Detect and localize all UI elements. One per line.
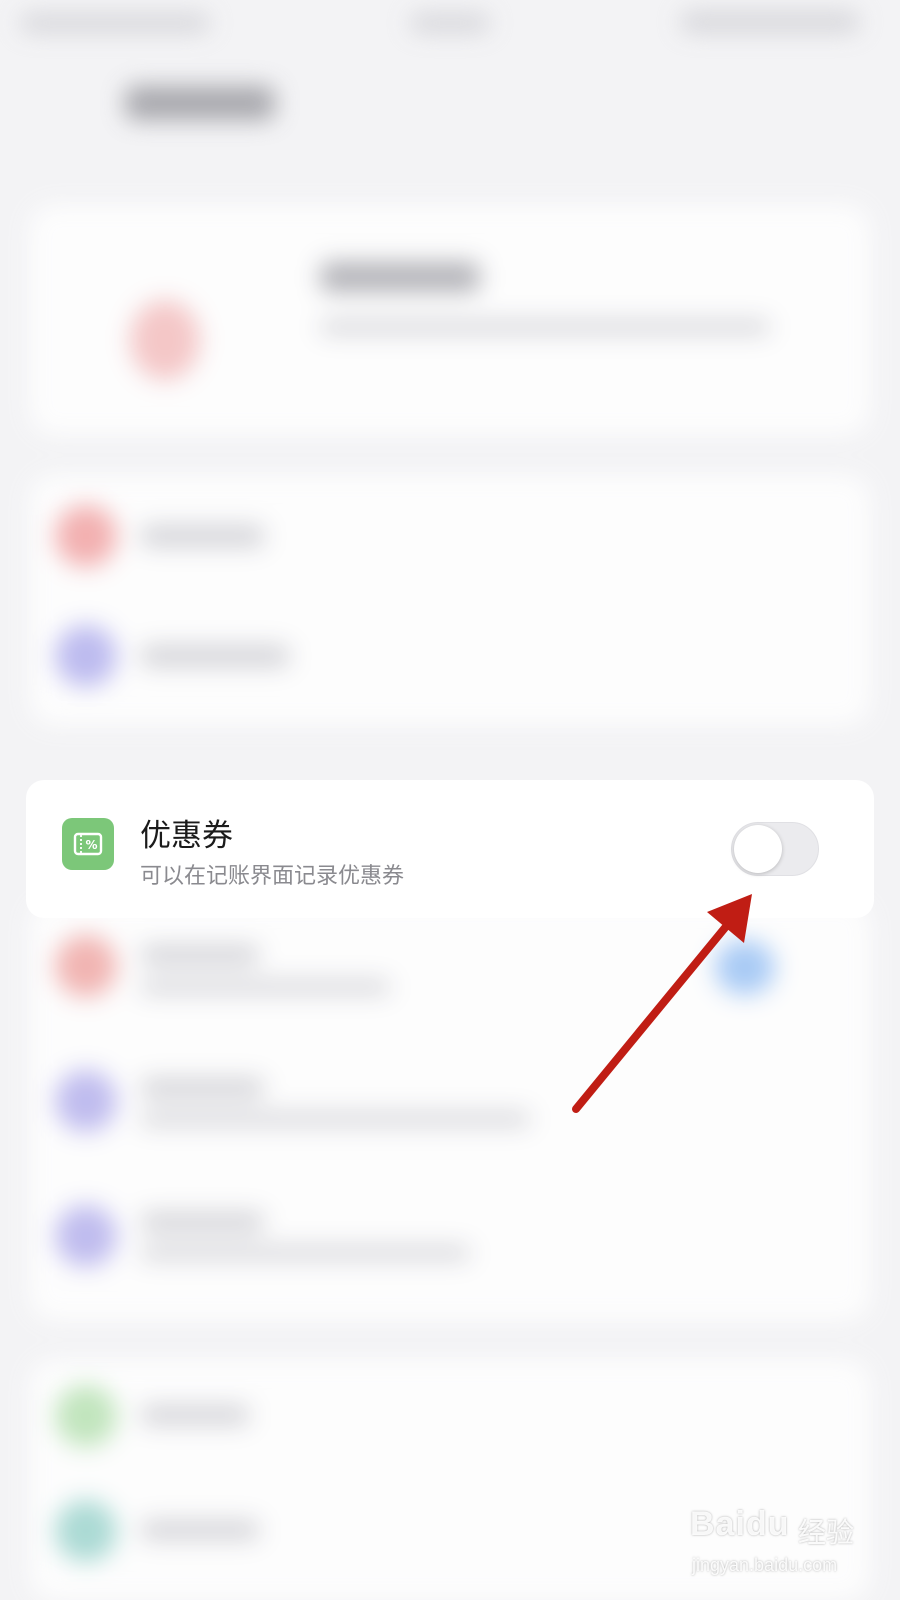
list-label-placeholder — [140, 1520, 260, 1540]
list-group-placeholder — [30, 475, 870, 725]
coupon-setting-row: % 优惠券 可以在记账界面记录优惠券 — [26, 780, 874, 918]
status-bar-placeholder — [410, 14, 490, 32]
list-label-placeholder — [140, 1078, 265, 1098]
list-icon-placeholder — [55, 1385, 117, 1447]
list-icon-placeholder — [55, 625, 117, 687]
banner-title-placeholder — [320, 262, 480, 292]
list-icon-placeholder — [55, 1205, 117, 1267]
toggle-knob — [734, 825, 782, 873]
watermark-url: jingyan.baidu.com — [692, 1555, 838, 1575]
banner-image-placeholder — [130, 300, 200, 380]
baidu-watermark: Baidu 经验 jingyan.baidu.com — [690, 1505, 880, 1585]
coupon-setting-title: 优惠券 — [140, 818, 233, 854]
list-label-placeholder — [140, 1405, 250, 1425]
status-bar-placeholder — [680, 12, 860, 32]
coupon-percent-icon: % — [62, 818, 114, 870]
list-label-placeholder — [140, 945, 260, 965]
header-title-placeholder — [125, 86, 275, 120]
svg-text:%: % — [85, 838, 97, 852]
list-icon-placeholder — [55, 1500, 117, 1562]
list-label-placeholder — [140, 1212, 265, 1232]
coupon-toggle-switch[interactable] — [731, 822, 819, 876]
list-icon-placeholder — [55, 1070, 117, 1132]
list-sub-placeholder — [140, 1246, 470, 1260]
status-bar-placeholder — [20, 14, 210, 32]
list-sub-placeholder — [140, 1112, 530, 1126]
list-sub-placeholder — [140, 980, 390, 994]
banner-line-placeholder — [320, 320, 770, 334]
list-label-placeholder — [140, 645, 290, 667]
coupon-setting-description: 可以在记账界面记录优惠券 — [140, 864, 405, 889]
list-icon-placeholder — [55, 935, 117, 997]
watermark-brand-cn: 经验 — [798, 1516, 855, 1549]
list-label-placeholder — [140, 525, 265, 547]
list-icon-placeholder — [55, 505, 117, 567]
toggle-placeholder — [715, 940, 775, 995]
watermark-brand: Baidu — [690, 1505, 790, 1543]
